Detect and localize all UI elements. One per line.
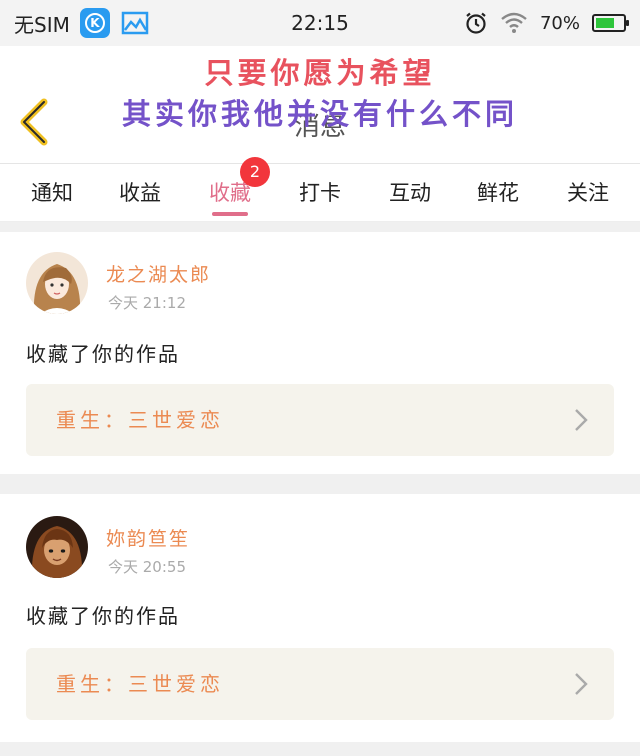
list-item: 妳韵笪笙 今天 20:55 收藏了你的作品 重生：三世爱恋	[0, 494, 640, 742]
battery-icon	[592, 14, 629, 32]
work-title: 重生：三世爱恋	[56, 408, 224, 432]
work-title: 重生：三世爱恋	[56, 672, 224, 696]
kugou-app-icon: K	[79, 8, 110, 38]
tab-earnings[interactable]: 收益	[100, 164, 180, 222]
username[interactable]: 妳韵笪笙	[106, 524, 190, 551]
avatar[interactable]	[26, 252, 88, 314]
tab-notifications[interactable]: 通知	[12, 164, 92, 222]
timestamp: 今天 21:12	[108, 294, 186, 312]
tab-bar: 通知 收益 收藏 2 打卡 互动 鲜花 关注	[0, 157, 640, 222]
overlay-caption-bottom: 其实你我他并没有什么不同	[121, 97, 518, 131]
wifi-icon	[501, 12, 527, 33]
gallery-icon	[121, 11, 149, 35]
work-link[interactable]: 重生：三世爱恋	[26, 648, 614, 720]
tab-following[interactable]: 关注	[548, 164, 628, 222]
battery-fill	[596, 18, 615, 28]
tab-interactions[interactable]: 互动	[370, 164, 450, 222]
chevron-right-icon	[575, 409, 588, 431]
status-bar: 无SIM K 22:15 70%	[0, 0, 640, 46]
battery-percent: 70%	[539, 12, 580, 34]
avatar[interactable]	[26, 516, 88, 578]
unread-badge: 2	[240, 157, 270, 187]
carrier-label: 无SIM	[14, 12, 70, 37]
tab-flowers[interactable]: 鲜花	[458, 164, 538, 222]
tab-checkin[interactable]: 打卡	[280, 164, 360, 222]
active-tab-indicator	[212, 212, 248, 216]
list-item: 龙之湖太郎 今天 21:12 收藏了你的作品 重生：三世爱恋	[0, 232, 640, 474]
timestamp: 今天 20:55	[108, 558, 186, 576]
action-text: 收藏了你的作品	[26, 604, 180, 628]
header: 消息 只要你愿为希望 其实你我他并没有什么不同	[0, 46, 640, 164]
work-link[interactable]: 重生：三世爱恋	[26, 384, 614, 456]
username[interactable]: 龙之湖太郎	[106, 260, 211, 287]
action-text: 收藏了你的作品	[26, 342, 180, 366]
overlay-caption-top: 只要你愿为希望	[204, 56, 436, 90]
chevron-right-icon	[575, 673, 588, 695]
alarm-icon	[466, 12, 486, 34]
